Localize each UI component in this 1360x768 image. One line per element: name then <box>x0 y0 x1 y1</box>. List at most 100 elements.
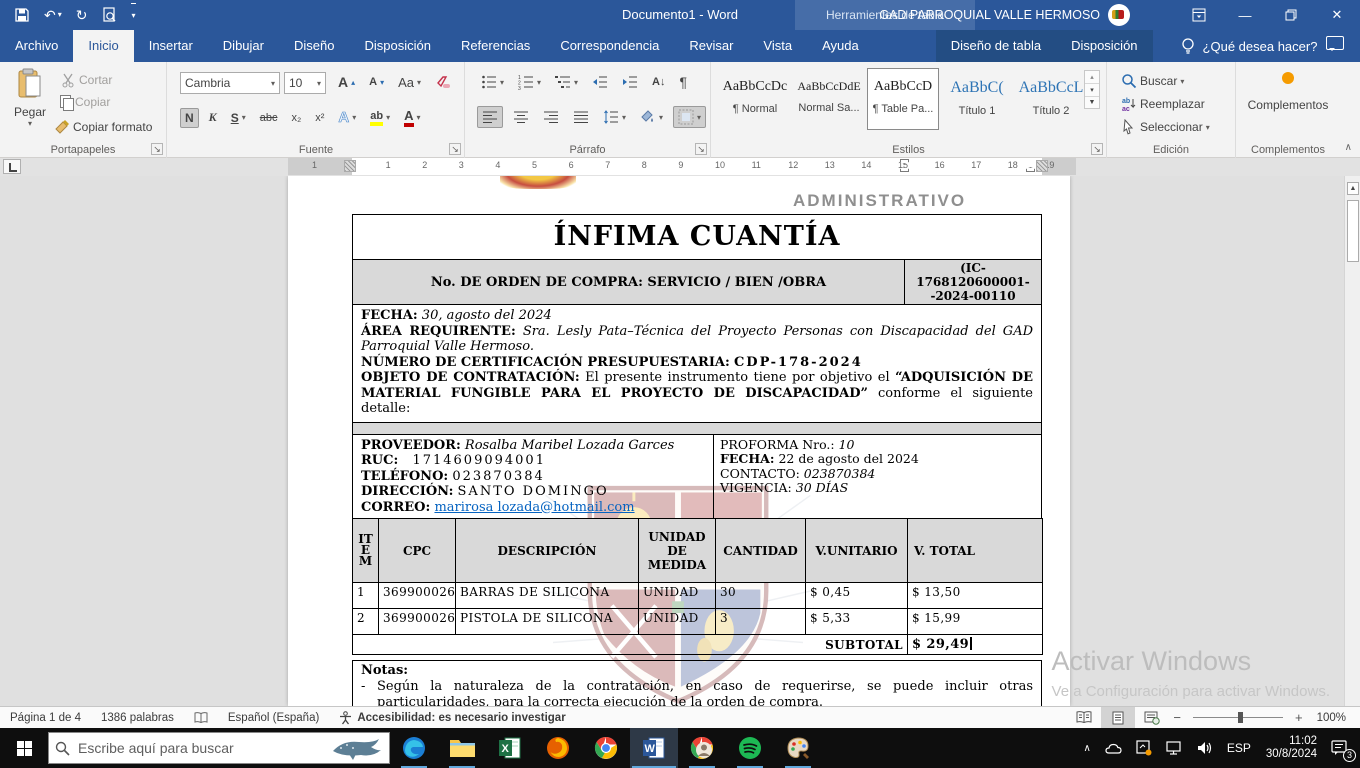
tray-network-icon[interactable] <box>1159 728 1190 768</box>
style-normal[interactable]: AaBbCcDc ¶ Normal <box>719 68 791 130</box>
tell-me-box[interactable]: ¿Qué desea hacer? <box>1181 30 1318 62</box>
style-titulo-2[interactable]: AaBbCcL Título 2 <box>1015 68 1087 130</box>
numbering-button[interactable]: 123▾ <box>514 72 545 92</box>
tab-diseno-de-tabla[interactable]: Diseño de tabla <box>936 30 1056 62</box>
language-indicator[interactable]: Español (España) <box>218 707 329 728</box>
left-margin-hatch[interactable] <box>344 160 356 172</box>
clear-formatting-button[interactable] <box>431 72 455 92</box>
account-area[interactable]: GAD PARROQUIAL VALLE HERMOSO <box>879 0 1130 30</box>
font-color-button[interactable]: A▾ <box>400 106 424 129</box>
bullets-button[interactable]: ▾ <box>477 72 508 92</box>
styles-dialog-launcher[interactable]: ↘ <box>1091 143 1103 155</box>
collapse-ribbon-button[interactable]: ∧ <box>1345 142 1352 153</box>
tab-insertar[interactable]: Insertar <box>134 30 208 62</box>
taskbar-chrome[interactable] <box>582 728 630 768</box>
styles-more-button[interactable]: ▼ <box>1085 96 1099 108</box>
email-link[interactable]: marirosa lozada@hotmail.com <box>434 500 634 515</box>
tab-selector-button[interactable] <box>3 159 21 174</box>
paste-button[interactable]: Pegar ▾ <box>10 68 50 128</box>
underline-button[interactable]: S▾ <box>227 109 250 127</box>
zoom-slider-thumb[interactable] <box>1238 712 1243 723</box>
tab-dibujar[interactable]: Dibujar <box>208 30 279 62</box>
start-button[interactable] <box>0 728 48 768</box>
taskbar-edge[interactable] <box>390 728 438 768</box>
sort-button[interactable]: A↓ <box>648 74 669 90</box>
tab-diseno[interactable]: Diseño <box>279 30 349 62</box>
zoom-in-button[interactable]: + <box>1291 710 1307 725</box>
tray-clock[interactable]: 11:0230/8/2024 <box>1258 728 1325 768</box>
action-center-button[interactable]: 3 <box>1325 728 1360 768</box>
align-right-button[interactable] <box>539 107 563 127</box>
clipboard-dialog-launcher[interactable]: ↘ <box>151 143 163 155</box>
zoom-level[interactable]: 100% <box>1307 707 1360 728</box>
restore-button[interactable] <box>1268 0 1314 30</box>
increase-indent-button[interactable] <box>618 72 642 92</box>
line-spacing-button[interactable]: ▾ <box>599 107 630 127</box>
word-count[interactable]: 1386 palabras <box>91 707 184 728</box>
close-button[interactable]: ✕ <box>1314 0 1360 30</box>
account-avatar[interactable] <box>1108 4 1130 26</box>
tab-referencias[interactable]: Referencias <box>446 30 545 62</box>
taskbar-search[interactable]: Escribe aquí para buscar <box>48 732 390 764</box>
format-painter-button[interactable]: Copiar formato <box>50 117 156 137</box>
scrollbar-up-icon[interactable]: ▲ <box>1347 182 1359 195</box>
bold-button[interactable]: N <box>180 108 199 128</box>
proofing-status[interactable] <box>184 707 218 728</box>
highlight-button[interactable]: ab▾ <box>366 108 394 128</box>
multilevel-list-button[interactable]: ▾ <box>551 72 582 92</box>
replace-button[interactable]: abac Reemplazar <box>1117 94 1209 114</box>
tab-disposicion-tabla[interactable]: Disposición <box>1056 30 1152 62</box>
ribbon-display-options-button[interactable] <box>1176 0 1222 30</box>
borders-button[interactable]: ▾ <box>673 106 706 128</box>
tab-ayuda[interactable]: Ayuda <box>807 30 874 62</box>
style-normal-sa[interactable]: AaBbCcDdE Normal Sa... <box>793 68 865 130</box>
tray-onedrive-icon[interactable] <box>1098 728 1129 768</box>
taskbar-excel[interactable]: X <box>486 728 534 768</box>
grow-font-button[interactable]: A▴ <box>334 72 359 92</box>
decrease-indent-button[interactable] <box>588 72 612 92</box>
vertical-scrollbar[interactable]: ▲ <box>1344 176 1360 706</box>
taskbar-spotify[interactable] <box>726 728 774 768</box>
document-page[interactable]: ADMINISTRATIVO <box>288 176 1070 706</box>
style-titulo-1[interactable]: AaBbC( Título 1 <box>941 68 1013 130</box>
copy-button[interactable]: Copiar <box>56 93 114 111</box>
read-mode-button[interactable] <box>1067 707 1101 728</box>
superscript-button[interactable]: x² <box>311 110 328 126</box>
text-effects-button[interactable]: A▾ <box>334 107 360 128</box>
tab-vista[interactable]: Vista <box>748 30 807 62</box>
print-layout-button[interactable] <box>1101 707 1135 728</box>
tab-revisar[interactable]: Revisar <box>674 30 748 62</box>
font-name-combo[interactable]: Cambria▾ <box>180 72 280 94</box>
scrollbar-thumb[interactable] <box>1347 200 1359 262</box>
tray-expand-button[interactable]: ∧ <box>1076 728 1097 768</box>
tab-inicio[interactable]: Inicio <box>73 30 133 62</box>
show-marks-button[interactable]: ¶ <box>676 72 692 92</box>
select-button[interactable]: Seleccionar ▾ <box>1117 117 1214 137</box>
minimize-button[interactable]: — <box>1222 0 1268 30</box>
font-dialog-launcher[interactable]: ↘ <box>449 143 461 155</box>
font-size-combo[interactable]: 10▾ <box>284 72 326 94</box>
change-case-button[interactable]: Aa▾ <box>394 73 425 92</box>
cut-button[interactable]: Cortar <box>56 70 116 90</box>
zoom-slider[interactable] <box>1193 717 1283 718</box>
tray-language[interactable]: ESP <box>1220 728 1258 768</box>
web-layout-button[interactable] <box>1135 707 1169 728</box>
subscript-button[interactable]: x₂ <box>287 110 305 126</box>
tab-archivo[interactable]: Archivo <box>0 30 73 62</box>
taskbar-word[interactable]: W <box>630 728 678 768</box>
addins-button[interactable]: Complementos <box>1236 72 1340 112</box>
styles-scroll-down[interactable]: ▾ <box>1085 83 1099 96</box>
taskbar-file-explorer[interactable] <box>438 728 486 768</box>
taskbar-paint[interactable] <box>774 728 822 768</box>
align-center-button[interactable] <box>509 107 533 127</box>
tab-correspondencia[interactable]: Correspondencia <box>545 30 674 62</box>
taskbar-firefox[interactable] <box>534 728 582 768</box>
shading-button[interactable]: ▾ <box>636 107 667 127</box>
share-comments-icon[interactable] <box>1326 36 1344 50</box>
find-button[interactable]: Buscar ▾ <box>1117 71 1188 91</box>
zoom-out-button[interactable]: − <box>1169 710 1185 725</box>
tray-volume-icon[interactable] <box>1190 728 1220 768</box>
paragraph-dialog-launcher[interactable]: ↘ <box>695 143 707 155</box>
tray-app-badge-icon[interactable] <box>1129 728 1159 768</box>
italic-button[interactable]: K <box>205 108 221 127</box>
